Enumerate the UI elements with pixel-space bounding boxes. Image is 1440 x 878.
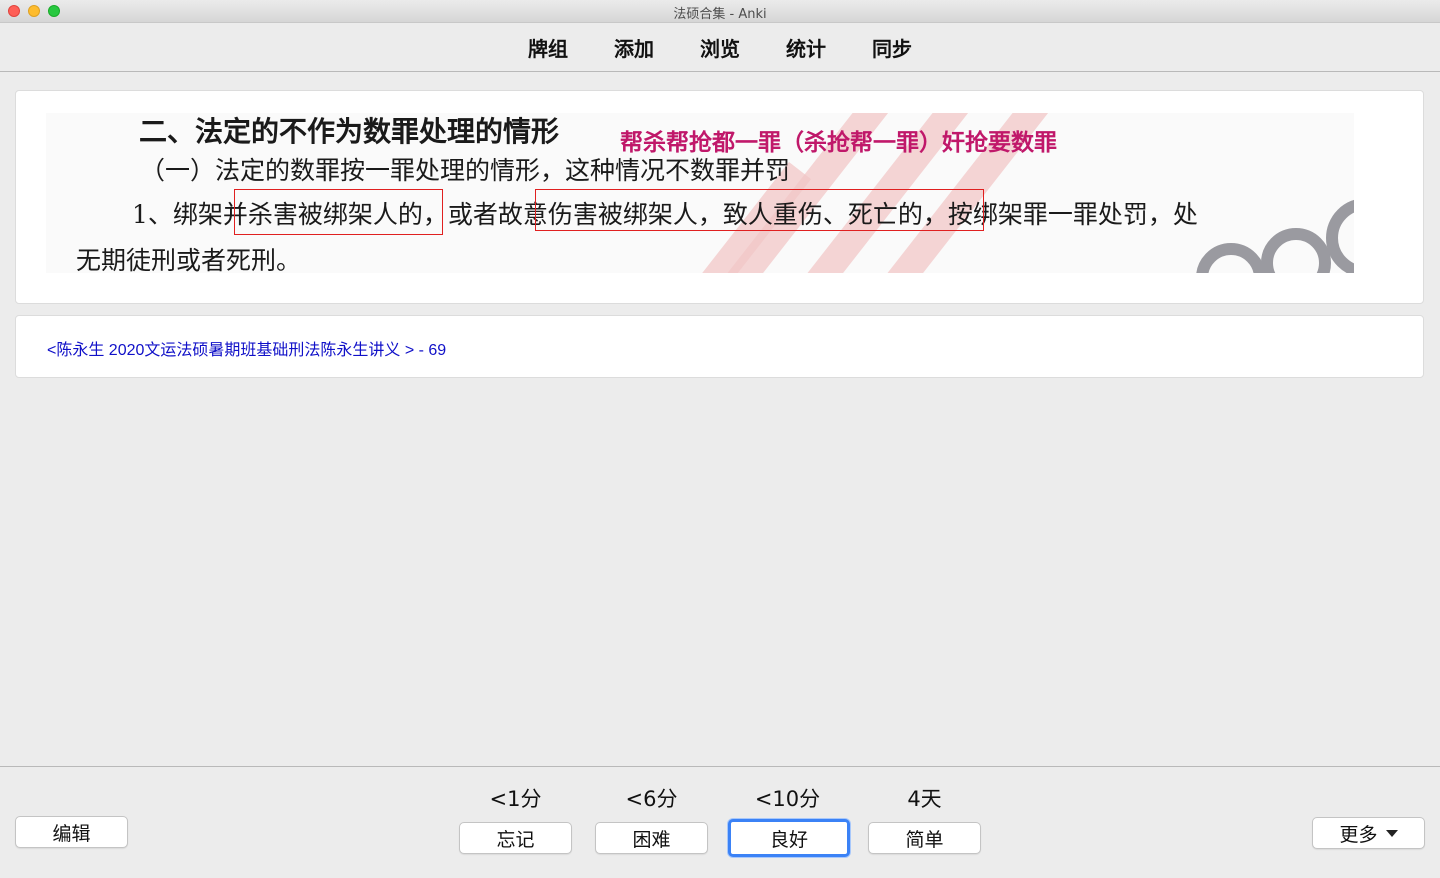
window-title: 法硕合集 - Anki bbox=[673, 7, 767, 22]
reviewer-area: 二、法定的不作为数罪处理的情形 帮杀帮抢都一罪（杀抢帮一罪）奸抢要数罪 （一）法… bbox=[0, 72, 1440, 766]
hard-button[interactable]: 困难 bbox=[595, 822, 708, 854]
watermark-circle bbox=[1196, 243, 1266, 273]
source-link[interactable]: <陈永生 2020文运法硕暑期班基础刑法陈永生讲义 > - 69 bbox=[47, 336, 446, 360]
slide-heading: 二、法定的不作为数罪处理的情形 bbox=[139, 115, 560, 148]
again-button[interactable]: 忘记 bbox=[459, 822, 572, 854]
card-back: <陈永生 2020文运法硕暑期班基础刑法陈永生讲义 > - 69 bbox=[15, 315, 1424, 378]
card-image: 二、法定的不作为数罪处理的情形 帮杀帮抢都一罪（杀抢帮一罪）奸抢要数罪 （一）法… bbox=[46, 113, 1354, 273]
slide-body-line: 无期徒刑或者死刑。 bbox=[76, 246, 302, 273]
toolbar-stats[interactable]: 统计 bbox=[784, 33, 828, 62]
more-label: 更多 bbox=[1339, 823, 1378, 846]
toolbar-decks[interactable]: 牌组 bbox=[526, 33, 570, 62]
caret-down-icon bbox=[1385, 829, 1398, 837]
toolbar-sync[interactable]: 同步 bbox=[870, 33, 914, 62]
title-bar: 法硕合集 - Anki bbox=[0, 0, 1440, 23]
slide-subheading: （一）法定的数罪按一罪处理的情形，这种情况不数罪并罚 bbox=[140, 156, 791, 185]
interval-good: <10分 bbox=[754, 787, 821, 811]
card-front: 二、法定的不作为数罪处理的情形 帮杀帮抢都一罪（杀抢帮一罪）奸抢要数罪 （一）法… bbox=[15, 90, 1424, 304]
toolbar-add[interactable]: 添加 bbox=[612, 33, 656, 62]
edit-button[interactable]: 编辑 bbox=[15, 816, 128, 848]
interval-easy: 4天 bbox=[907, 787, 942, 811]
main-toolbar: 牌组 添加 浏览 统计 同步 bbox=[0, 23, 1440, 72]
good-button[interactable]: 良好 bbox=[728, 819, 850, 857]
easy-button[interactable]: 简单 bbox=[868, 822, 981, 854]
interval-hard: <6分 bbox=[625, 787, 678, 811]
more-button[interactable]: 更多 bbox=[1312, 817, 1425, 849]
interval-again: <1分 bbox=[489, 787, 542, 811]
highlight-box bbox=[535, 189, 984, 231]
toolbar-browse[interactable]: 浏览 bbox=[698, 33, 742, 62]
answer-bar: 编辑 <1分 <6分 <10分 4天 忘记 困难 良好 简单 更多 bbox=[0, 766, 1440, 878]
watermark-circle bbox=[1261, 228, 1331, 273]
highlight-box bbox=[234, 189, 443, 235]
